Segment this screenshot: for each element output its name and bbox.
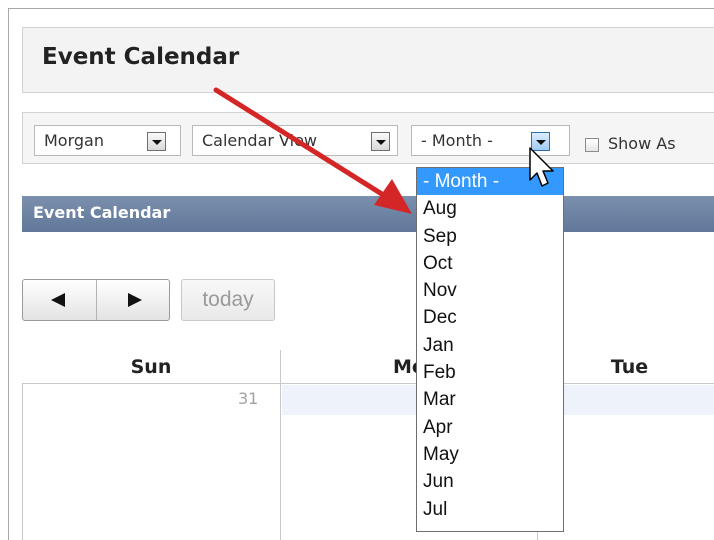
annotation-arrow: [213, 87, 412, 214]
mouse-cursor-icon: [529, 147, 554, 187]
annotation-overlay: [213, 87, 554, 214]
